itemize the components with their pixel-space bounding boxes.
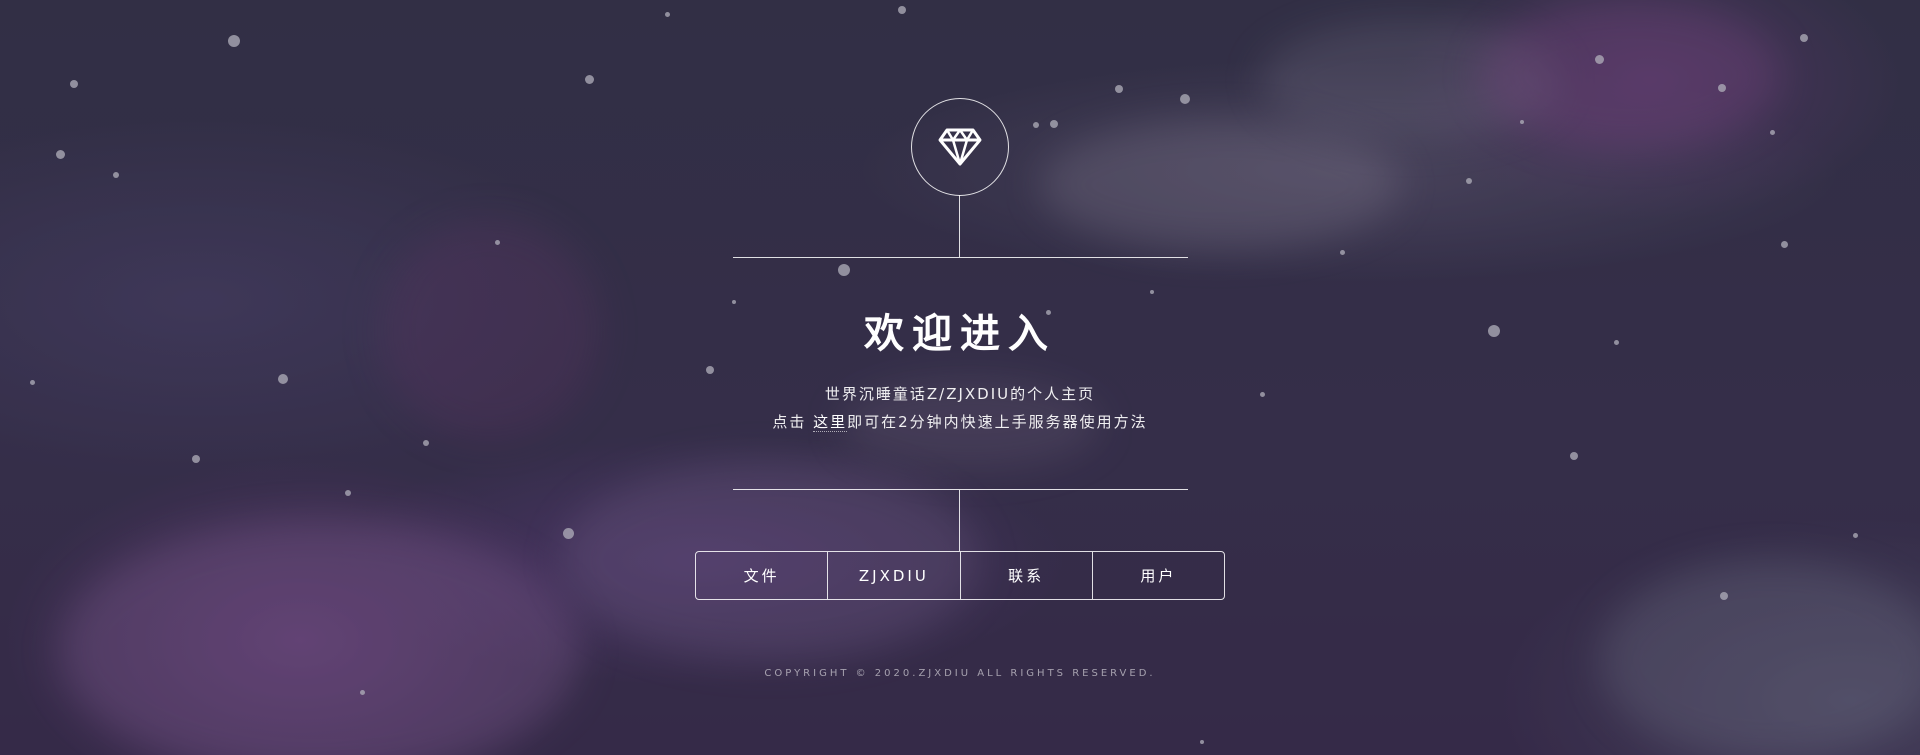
- copyright-text: COPYRIGHT © 2020.ZJXDIU ALL RIGHTS RESER…: [764, 668, 1156, 679]
- nav-item-files[interactable]: 文件: [696, 552, 827, 599]
- divider-bottom: [733, 489, 1188, 490]
- diamond-icon: [938, 128, 982, 166]
- subtitle-line-2: 点击 这里即可在2分钟内快速上手服务器使用方法: [0, 411, 1920, 433]
- nav-item-contact[interactable]: 联系: [959, 552, 1092, 599]
- connector-line-top: [959, 195, 960, 257]
- subtitle-suffix: 即可在2分钟内快速上手服务器使用方法: [847, 413, 1148, 431]
- guide-link[interactable]: 这里: [813, 413, 848, 432]
- divider-top: [733, 257, 1188, 258]
- main-nav: 文件 ZJXDIU 联系 用户: [695, 551, 1225, 600]
- subtitle-line-1: 世界沉睡童话Z/ZJXDIU的个人主页: [824, 385, 1096, 403]
- nav-item-zjxdiu[interactable]: ZJXDIU: [827, 552, 959, 599]
- nav-item-user[interactable]: 用户: [1091, 552, 1224, 599]
- logo: [911, 98, 1009, 196]
- page-title: 欢迎进入: [864, 311, 1056, 357]
- connector-line-bottom: [959, 490, 960, 551]
- subtitle-prefix: 点击: [772, 413, 814, 431]
